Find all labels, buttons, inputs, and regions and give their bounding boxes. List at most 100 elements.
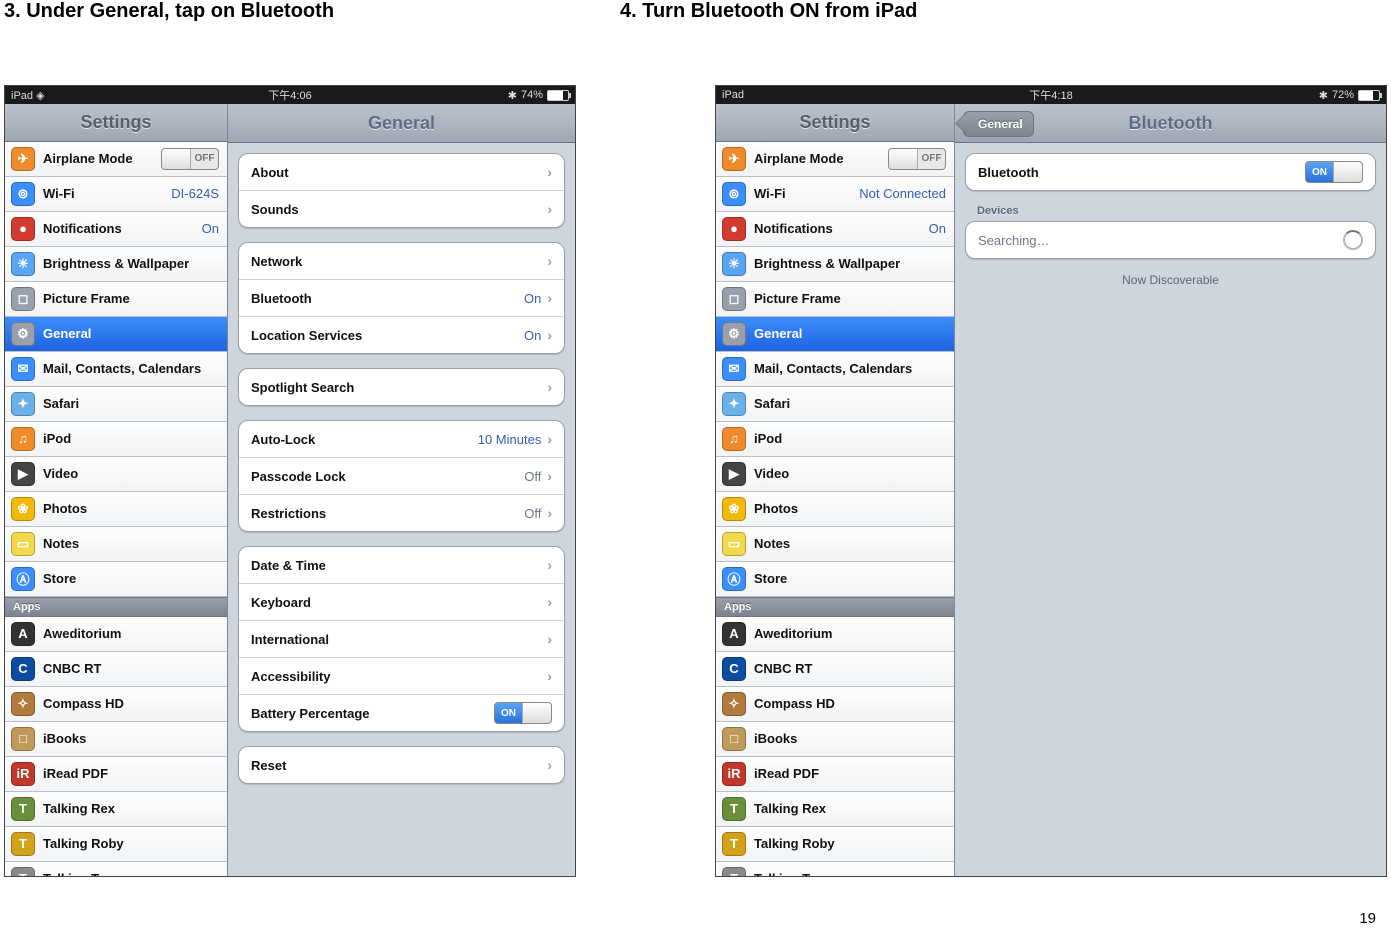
- settings-row[interactable]: Accessibility›: [239, 658, 564, 695]
- status-battery-pct: 74%: [521, 89, 543, 101]
- bluetooth-icon: ✱: [508, 89, 517, 102]
- sidebar-item[interactable]: ▶Video: [5, 457, 227, 492]
- sidebar-app-item[interactable]: CCNBC RT: [5, 652, 227, 687]
- sidebar-item[interactable]: ☀Brightness & Wallpaper: [716, 247, 954, 282]
- row-label: CNBC RT: [754, 661, 946, 676]
- app-icon: T: [11, 832, 35, 856]
- settings-row[interactable]: About›: [239, 154, 564, 191]
- sidebar-item[interactable]: ✉Mail, Contacts, Calendars: [5, 352, 227, 387]
- app-icon: ◻: [722, 287, 746, 311]
- sidebar-app-item[interactable]: □ iBooks: [5, 722, 227, 757]
- toggle-off[interactable]: OFF: [888, 148, 946, 170]
- sidebar-item[interactable]: ●NotificationsOn: [716, 212, 954, 247]
- chevron-right-icon: ›: [547, 164, 552, 180]
- sidebar-item[interactable]: ✦Safari: [716, 387, 954, 422]
- sidebar-app-item[interactable]: iRiRead PDF: [5, 757, 227, 792]
- settings-row[interactable]: Keyboard›: [239, 584, 564, 621]
- row-label: Accessibility: [251, 669, 547, 684]
- settings-row[interactable]: Auto-Lock10 Minutes›: [239, 421, 564, 458]
- sidebar-app-item[interactable]: AAweditorium: [5, 617, 227, 652]
- sidebar-app-item[interactable]: TTalking Rex: [5, 792, 227, 827]
- sidebar-item[interactable]: ▭Notes: [5, 527, 227, 562]
- sidebar-item[interactable]: ⚙General: [716, 317, 954, 352]
- sidebar-item[interactable]: ▭Notes: [716, 527, 954, 562]
- status-bar: iPad ◈ 下午4:06 ✱ 74%: [5, 86, 575, 104]
- sidebar-item[interactable]: ◻Picture Frame: [716, 282, 954, 317]
- settings-row[interactable]: Sounds›: [239, 191, 564, 227]
- sidebar-app-item[interactable]: TTalking Tom: [716, 862, 954, 876]
- sidebar-item[interactable]: ♫iPod: [716, 422, 954, 457]
- sidebar-item[interactable]: ⚙General: [5, 317, 227, 352]
- app-icon: □: [11, 727, 35, 751]
- sidebar-item[interactable]: ●NotificationsOn: [5, 212, 227, 247]
- settings-row[interactable]: BluetoothOn›: [239, 280, 564, 317]
- sidebar-item[interactable]: ⒶStore: [5, 562, 227, 597]
- toggle-off[interactable]: OFF: [161, 148, 219, 170]
- sidebar-item[interactable]: ❀Photos: [5, 492, 227, 527]
- app-icon: ◻: [11, 287, 35, 311]
- chevron-right-icon: ›: [547, 253, 552, 269]
- chevron-right-icon: ›: [547, 557, 552, 573]
- sidebar-app-item[interactable]: TTalking Roby: [716, 827, 954, 862]
- sidebar-app-item[interactable]: TTalking Rex: [716, 792, 954, 827]
- sidebar-item[interactable]: ✈Airplane ModeOFF: [5, 142, 227, 177]
- settings-row[interactable]: Spotlight Search›: [239, 369, 564, 405]
- sidebar-app-item[interactable]: TTalking Roby: [5, 827, 227, 862]
- settings-row[interactable]: RestrictionsOff›: [239, 495, 564, 531]
- bluetooth-toggle[interactable]: ON: [1305, 161, 1363, 183]
- row-label: iPod: [754, 431, 946, 446]
- status-battery-pct: 72%: [1332, 89, 1354, 101]
- chevron-right-icon: ›: [547, 379, 552, 395]
- settings-row[interactable]: Network›: [239, 243, 564, 280]
- sidebar-item[interactable]: ❀Photos: [716, 492, 954, 527]
- app-icon: ✧: [722, 692, 746, 716]
- row-label: About: [251, 165, 547, 180]
- sidebar-app-item[interactable]: AAweditorium: [716, 617, 954, 652]
- sidebar-item[interactable]: ⊚Wi-FiDI-624S: [5, 177, 227, 212]
- app-icon: ✉: [11, 357, 35, 381]
- back-button[interactable]: General: [963, 111, 1034, 137]
- sidebar-item[interactable]: ◻Picture Frame: [5, 282, 227, 317]
- sidebar-app-item[interactable]: ✧Compass HD: [716, 687, 954, 722]
- toggle-on[interactable]: ON: [494, 702, 552, 724]
- chevron-right-icon: ›: [547, 594, 552, 610]
- bluetooth-toggle-row[interactable]: Bluetooth ON: [966, 154, 1375, 190]
- sidebar-app-item[interactable]: iRiRead PDF: [716, 757, 954, 792]
- sidebar-item[interactable]: ☀Brightness & Wallpaper: [5, 247, 227, 282]
- settings-row[interactable]: Battery PercentageON: [239, 695, 564, 731]
- sidebar-item[interactable]: ✦Safari: [5, 387, 227, 422]
- sidebar-item[interactable]: ✈Airplane ModeOFF: [716, 142, 954, 177]
- general-pane: General About›Sounds›Network›BluetoothOn…: [228, 104, 575, 876]
- bluetooth-icon: ✱: [1319, 89, 1328, 102]
- searching-row: Searching…: [966, 222, 1375, 258]
- settings-row[interactable]: International›: [239, 621, 564, 658]
- sidebar-item[interactable]: ⒶStore: [716, 562, 954, 597]
- row-label: Network: [251, 254, 547, 269]
- sidebar-app-item[interactable]: CCNBC RT: [716, 652, 954, 687]
- sidebar-item[interactable]: ▶Video: [716, 457, 954, 492]
- row-label: Talking Roby: [754, 836, 946, 851]
- row-label: Notes: [754, 536, 946, 551]
- sidebar-app-item[interactable]: TTalking Tom: [5, 862, 227, 876]
- app-icon: ▭: [11, 532, 35, 556]
- settings-group: About›Sounds›: [238, 153, 565, 228]
- row-label: iBooks: [43, 731, 219, 746]
- row-label: Video: [43, 466, 219, 481]
- app-icon: Ⓐ: [11, 567, 35, 591]
- settings-row[interactable]: Location ServicesOn›: [239, 317, 564, 353]
- settings-row[interactable]: Passcode LockOff›: [239, 458, 564, 495]
- general-title: General: [228, 104, 575, 143]
- sidebar-item[interactable]: ✉Mail, Contacts, Calendars: [716, 352, 954, 387]
- status-bar: iPad 下午4:18 ✱ 72%: [716, 86, 1386, 104]
- row-label: Reset: [251, 758, 547, 773]
- app-icon: Ⓐ: [722, 567, 746, 591]
- settings-row[interactable]: Date & Time›: [239, 547, 564, 584]
- status-device: iPad ◈: [11, 89, 45, 102]
- settings-row[interactable]: Reset›: [239, 747, 564, 783]
- sidebar-item[interactable]: ♫iPod: [5, 422, 227, 457]
- sidebar-item[interactable]: ⊚Wi-FiNot Connected: [716, 177, 954, 212]
- row-label: Safari: [754, 396, 946, 411]
- sidebar-app-item[interactable]: □iBooks: [716, 722, 954, 757]
- sidebar-app-item[interactable]: ✧Compass HD: [5, 687, 227, 722]
- row-label: iRead PDF: [754, 766, 946, 781]
